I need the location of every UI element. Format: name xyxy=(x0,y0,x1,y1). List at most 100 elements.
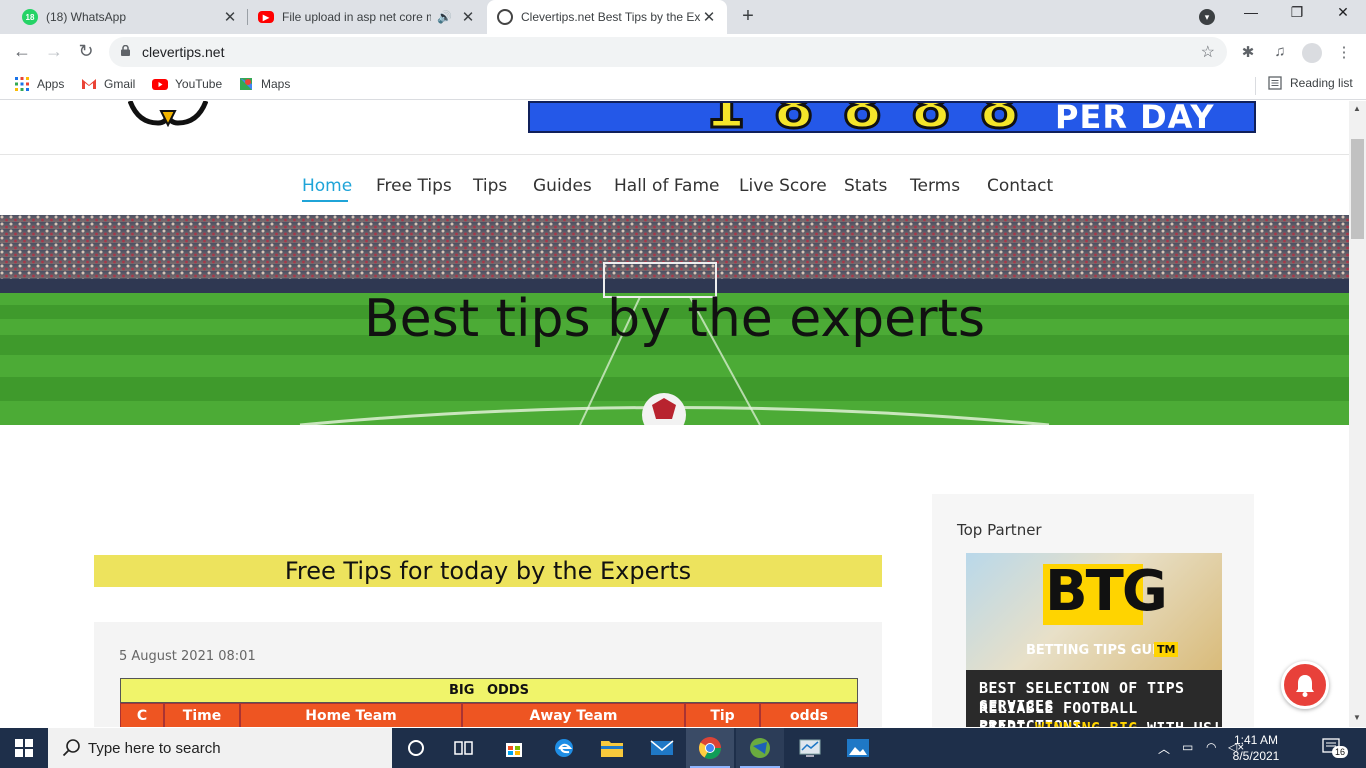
nav-tips[interactable]: Tips xyxy=(473,176,507,196)
hero-title: Best tips by the experts xyxy=(363,289,986,349)
close-window-button[interactable]: ✕ xyxy=(1320,4,1366,21)
nav-home[interactable]: Home xyxy=(302,176,352,196)
bookmark-youtube[interactable]: YouTube xyxy=(152,76,222,92)
lock-icon[interactable] xyxy=(121,45,130,56)
microsoft-store-icon[interactable] xyxy=(490,728,538,768)
audio-playing-icon[interactable]: 🔊 xyxy=(437,10,452,24)
new-tab-button[interactable]: + xyxy=(737,5,759,28)
taskbar-search-box[interactable]: Type here to search xyxy=(48,728,392,768)
profile-avatar[interactable] xyxy=(1302,43,1322,63)
nav-contact[interactable]: Contact xyxy=(987,176,1053,196)
banner-per-day: PER DAY xyxy=(1055,101,1215,133)
ad-line-3-a: START xyxy=(979,719,1035,727)
clock-date: 8/5/2021 xyxy=(1232,749,1280,763)
visual-studio-installer-icon[interactable] xyxy=(736,728,784,768)
scroll-down-arrow-icon[interactable]: ▼ xyxy=(1353,713,1361,722)
file-explorer-icon[interactable] xyxy=(588,728,636,768)
chrome-taskbar-icon[interactable] xyxy=(686,728,734,768)
page-scrollbar[interactable]: ▲ ▼ xyxy=(1349,101,1366,727)
reading-list-button[interactable]: Reading list xyxy=(1268,76,1353,90)
mail-icon[interactable] xyxy=(638,728,686,768)
ad-trademark: TM xyxy=(1154,642,1179,657)
bookmark-apps[interactable]: Apps xyxy=(14,76,64,92)
reading-list-icon xyxy=(1268,76,1282,90)
tab-whatsapp[interactable]: 18 (18) WhatsApp ✕ xyxy=(12,0,248,34)
bookmark-label: Gmail xyxy=(104,77,136,91)
battery-icon[interactable]: ▭ xyxy=(1182,740,1193,754)
nav-free-tips[interactable]: Free Tips xyxy=(376,176,452,196)
close-tab-icon[interactable]: ✕ xyxy=(222,8,238,26)
bookmark-label: Apps xyxy=(37,77,65,91)
tips-table-header: C Time Home Team Away Team Tip odds xyxy=(120,703,858,727)
betting-tips-guru-ad[interactable]: BTG BETTING TIPS GURU TM BEST SELECTION … xyxy=(966,553,1222,727)
column-header-home-team: Home Team xyxy=(240,703,462,727)
edge-browser-icon[interactable] xyxy=(540,728,588,768)
close-tab-icon[interactable]: ✕ xyxy=(701,8,717,26)
hero-banner: Best tips by the experts xyxy=(0,215,1349,425)
system-monitor-icon[interactable] xyxy=(786,728,834,768)
nav-live-score[interactable]: Live Score xyxy=(739,176,827,196)
scrollbar-thumb[interactable] xyxy=(1351,139,1364,239)
clevertips-favicon-icon xyxy=(497,9,513,25)
photos-icon[interactable] xyxy=(834,728,882,768)
tab-strip: 18 (18) WhatsApp ✕ ▶ File upload in asp … xyxy=(0,0,1366,34)
btg-logo: BTG xyxy=(1045,559,1168,624)
media-control-icon[interactable]: ♫ xyxy=(1270,43,1290,60)
reload-icon[interactable]: ↻ xyxy=(75,41,97,62)
bookmark-gmail[interactable]: Gmail xyxy=(81,76,135,92)
tab-search-icon[interactable]: ▾ xyxy=(1199,9,1215,25)
bookmark-label: Maps xyxy=(261,77,291,91)
sidebar-title: Top Partner xyxy=(957,521,1042,539)
bookmark-maps[interactable]: Maps xyxy=(238,76,290,92)
nav-guides[interactable]: Guides xyxy=(533,176,592,196)
cortana-icon[interactable] xyxy=(392,728,440,768)
back-arrow-icon[interactable]: ← xyxy=(11,41,33,62)
site-logo-owl-icon[interactable] xyxy=(128,101,208,127)
bookmark-label: YouTube xyxy=(175,77,223,91)
column-header-c: C xyxy=(120,703,164,727)
main-navigation: Home Free Tips Tips Guides Hall of Fame … xyxy=(0,154,1349,216)
clock-time: 1:41 AM xyxy=(1233,733,1279,747)
column-header-odds: odds xyxy=(760,703,858,727)
task-view-icon[interactable] xyxy=(440,728,488,768)
nav-terms[interactable]: Terms xyxy=(910,176,960,196)
nav-hall-of-fame[interactable]: Hall of Fame xyxy=(614,176,720,196)
ad-line-3-c: WITH US! xyxy=(1138,719,1222,727)
ad-line-3: START WINNING BIG WITH US! xyxy=(979,719,1222,727)
taskbar-clock[interactable]: 1:41 AM 8/5/2021 xyxy=(1224,732,1288,764)
banner-digits-graphic: 1 8 8 8 8 xyxy=(704,103,1024,131)
minimize-button[interactable]: — xyxy=(1228,4,1274,20)
sidebar-top-partner: Top Partner BTG BETTING TIPS GURU TM BES… xyxy=(932,494,1254,727)
close-tab-icon[interactable]: ✕ xyxy=(460,8,476,26)
tab-file-upload[interactable]: ▶ File upload in asp net core m 🔊 ✕ xyxy=(248,0,486,34)
big-odds-caption: BIG ODDS xyxy=(120,678,858,703)
youtube-icon: ▶ xyxy=(258,11,274,23)
promo-banner[interactable]: 1 8 8 8 8 PER DAY xyxy=(528,101,1256,133)
menu-kebab-icon[interactable]: ⋮ xyxy=(1334,43,1354,61)
search-placeholder: Type here to search xyxy=(88,740,221,757)
action-center-button[interactable]: 16 xyxy=(1322,738,1349,758)
tray-overflow-chevron-icon[interactable]: ︿ xyxy=(1158,740,1170,757)
tips-card: 5 August 2021 08:01 BIG ODDS C Time Home… xyxy=(94,622,882,727)
extensions-icon[interactable]: ✱ xyxy=(1238,43,1258,61)
restore-button[interactable]: ❐ xyxy=(1274,4,1320,21)
search-icon xyxy=(62,739,80,757)
column-header-away-team: Away Team xyxy=(462,703,685,727)
bookmarks-divider xyxy=(1255,77,1256,95)
address-bar[interactable]: clevertips.net ☆ xyxy=(109,37,1227,67)
windows-logo-icon xyxy=(15,739,33,757)
nav-stats[interactable]: Stats xyxy=(844,176,887,196)
gmail-icon xyxy=(82,79,96,89)
scroll-up-arrow-icon[interactable]: ▲ xyxy=(1353,104,1361,113)
forward-arrow-icon[interactable]: → xyxy=(43,41,65,62)
notification-count-badge: 16 xyxy=(1332,746,1349,758)
start-button[interactable] xyxy=(0,728,48,768)
wifi-icon[interactable]: ◠ xyxy=(1206,740,1216,754)
bookmark-star-icon[interactable]: ☆ xyxy=(1201,42,1215,62)
reading-list-label: Reading list xyxy=(1290,76,1353,90)
apps-grid-icon xyxy=(15,77,29,91)
notification-bell-button[interactable] xyxy=(1281,661,1329,709)
bookmarks-bar: Apps Gmail YouTube Maps Reading list xyxy=(0,70,1366,100)
tab-clevertips[interactable]: Clevertips.net Best Tips by the Ex ✕ xyxy=(487,0,727,34)
youtube-icon xyxy=(152,79,168,90)
